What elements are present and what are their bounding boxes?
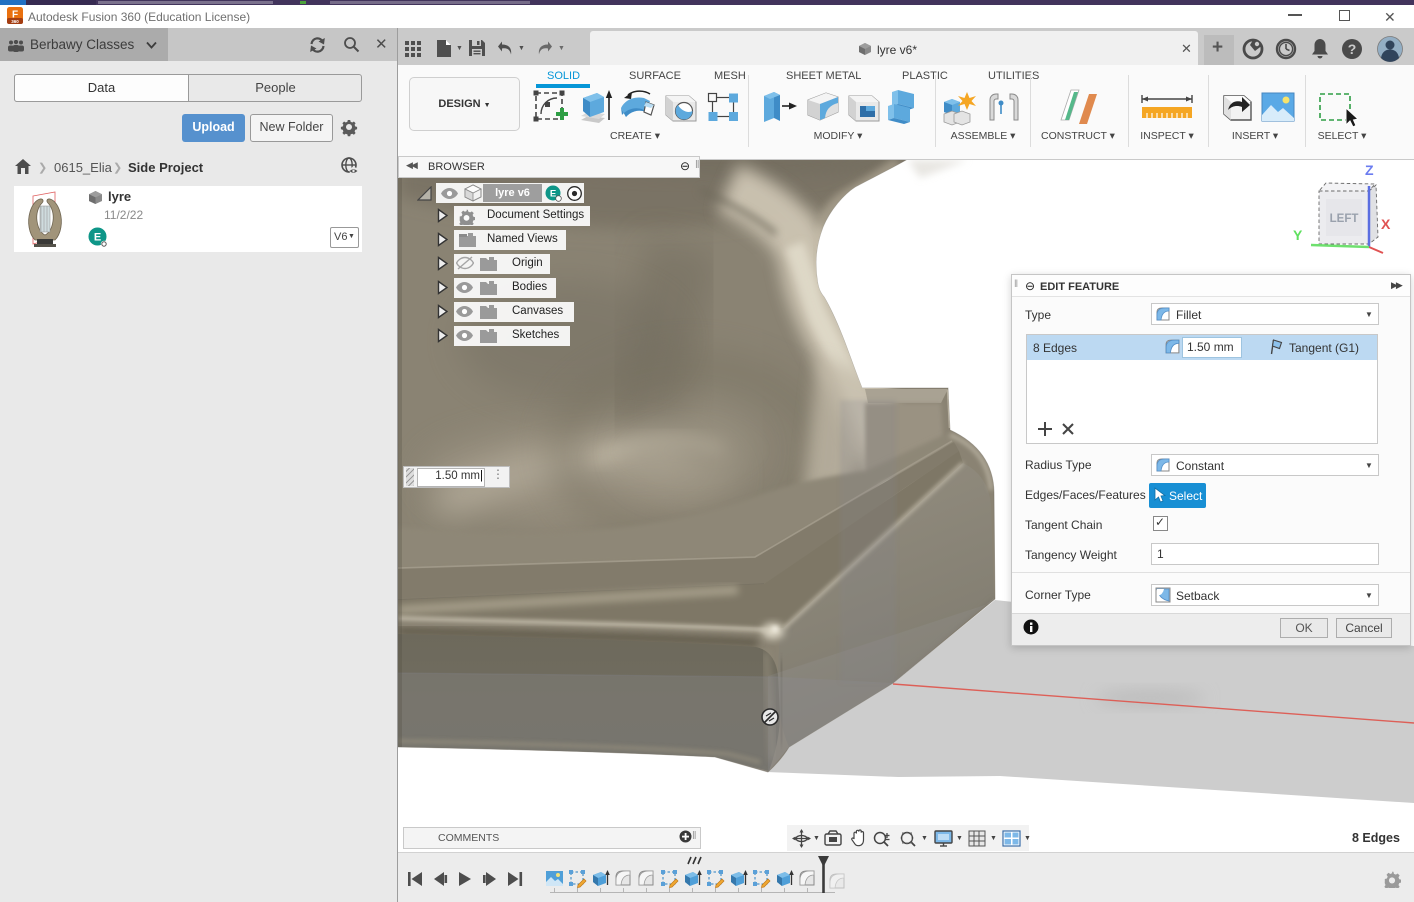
- svg-text:Z: Z: [1365, 163, 1374, 178]
- svg-text:360: 360: [11, 19, 19, 24]
- svg-text:E: E: [94, 232, 101, 244]
- svg-text:?: ?: [1348, 41, 1357, 57]
- svg-text:X: X: [1381, 216, 1391, 232]
- svg-text:E: E: [550, 189, 556, 200]
- svg-text:Y: Y: [1293, 227, 1303, 243]
- svg-text:LEFT: LEFT: [1330, 213, 1359, 225]
